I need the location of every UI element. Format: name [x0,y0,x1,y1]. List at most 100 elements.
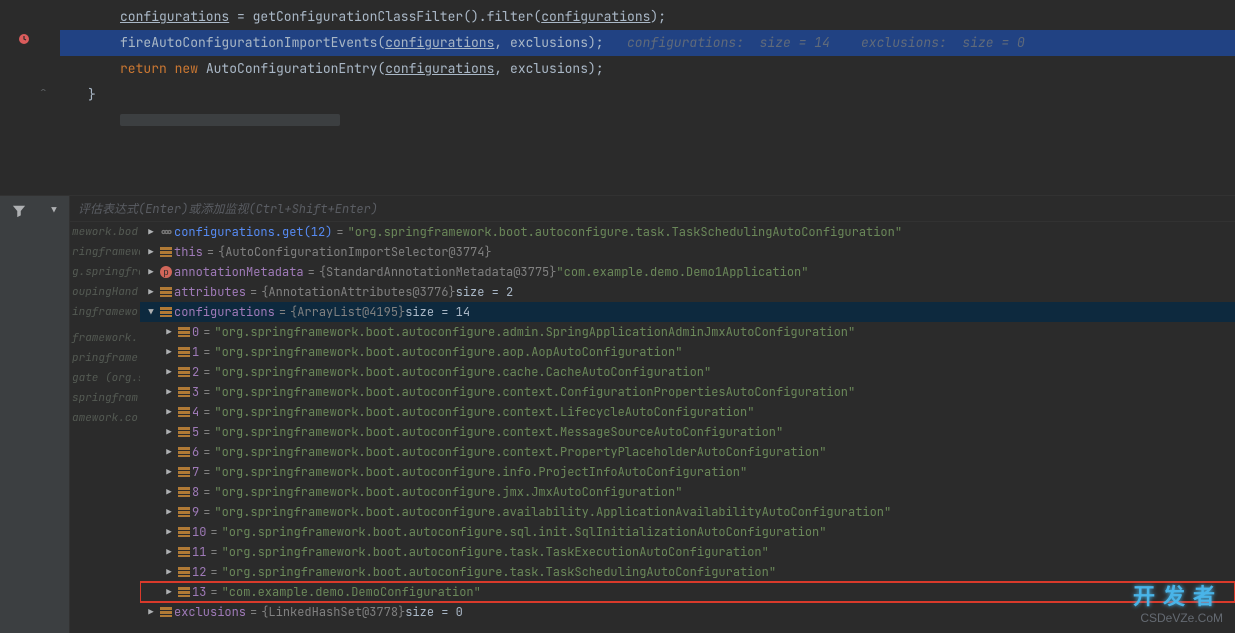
breakpoint-icon[interactable] [18,33,30,45]
equals: = [206,524,221,540]
tree-node[interactable]: ▶ 10 = "org.springframework.boot.autoconf… [140,522,1235,542]
frame-item[interactable]: framework. [70,328,140,348]
equals: = [246,604,261,620]
expand-icon[interactable]: ▶ [144,246,158,258]
expand-icon[interactable]: ▶ [162,406,176,418]
expand-icon[interactable]: ▶ [162,546,176,558]
equals: = [206,564,221,580]
tree-node[interactable]: ▶7 = "org.springframework.boot.autoconfi… [140,462,1235,482]
field-icon [158,247,174,257]
tree-node[interactable]: ▶exclusions = {LinkedHashSet@3778} size … [140,602,1235,622]
expand-icon[interactable]: ▶ [162,426,176,438]
expand-icon[interactable]: ▶ [144,606,158,618]
frame-item[interactable]: ringframewo [70,242,140,262]
fold-end-icon[interactable]: ⌃ [40,85,47,99]
expand-icon[interactable]: ▶ [162,586,176,598]
var-name: 10 [192,524,206,540]
equals: = [199,344,214,360]
var-value: "org.springframework.boot.autoconfigure.… [222,544,769,560]
expand-icon[interactable]: ▼ [144,306,158,318]
var-object: {LinkedHashSet@3778} [261,604,405,620]
field-icon [176,487,192,497]
evaluate-input[interactable]: 评估表达式(Enter)或添加监视(Ctrl+Shift+Enter) [70,196,1235,222]
tree-node[interactable]: ▶3 = "org.springframework.boot.autoconfi… [140,382,1235,402]
tree-node[interactable]: ▶attributes = {AnnotationAttributes@3776… [140,282,1235,302]
frame-item[interactable]: gate (org.s [70,368,140,388]
field-icon [176,527,192,537]
filter-icon[interactable] [12,204,26,222]
var-name: 2 [192,364,199,380]
var-value: "org.springframework.boot.autoconfigure.… [214,324,855,340]
equals: = [199,384,214,400]
var-object: {AutoConfigurationImportSelector@3774} [218,244,492,260]
var-name: 7 [192,464,199,480]
variables-tree[interactable]: ▶ configurations.get(12) = "org.springfra… [140,222,1235,633]
code-editor[interactable]: ⌃ configurations = getConfigurationClass… [0,0,1235,195]
field-icon [158,307,174,317]
parameter-icon: p [158,266,174,278]
var-value: "org.springframework.boot.autoconfigure.… [214,444,826,460]
frame-item[interactable]: ingframewo [70,302,140,322]
equals: = [246,284,261,300]
frame-item[interactable]: pringframe [70,348,140,368]
var-value: "org.springframework.boot.autoconfigure.… [214,464,747,480]
equals: = [304,264,319,280]
tree-node[interactable]: ▶1 = "org.springframework.boot.autoconfi… [140,342,1235,362]
expand-icon[interactable]: ▶ [162,466,176,478]
code-area[interactable]: configurations = getConfigurationClassFi… [60,0,1235,195]
frame-item[interactable]: oupingHand [70,282,140,302]
tree-node[interactable]: ▶this = {AutoConfigurationImportSelector… [140,242,1235,262]
expand-icon[interactable]: ▶ [144,286,158,298]
chevron-down-icon[interactable]: ▼ [51,204,56,216]
var-value: "org.springframework.boot.autoconfigure.… [222,524,827,540]
var-size: size = 0 [405,604,463,620]
expand-icon[interactable]: ▶ [162,326,176,338]
expand-icon[interactable]: ▶ [162,366,176,378]
frame-item[interactable]: springfram [70,388,140,408]
var-object: {StandardAnnotationMetadata@3775} [319,264,557,280]
expand-icon[interactable]: ▶ [144,226,158,238]
expand-icon[interactable]: ▶ [162,446,176,458]
tree-node[interactable]: ▼configurations = {ArrayList@4195} size … [140,302,1235,322]
expand-icon[interactable]: ▶ [162,566,176,578]
tree-node[interactable]: ▶4 = "org.springframework.boot.autoconfi… [140,402,1235,422]
tree-node[interactable]: ▶9 = "org.springframework.boot.autoconfi… [140,502,1235,522]
tree-node[interactable]: ▶8 = "org.springframework.boot.autoconfi… [140,482,1235,502]
expand-icon[interactable]: ▶ [162,506,176,518]
var-name: configurations.get(12) [174,224,332,240]
equals: = [199,324,214,340]
tree-node[interactable]: ▶configurations.get(12) = "org.springfra… [140,222,1235,242]
tree-node[interactable]: ▶13 = "com.example.demo.DemoConfiguratio… [140,582,1235,602]
field-icon [176,407,192,417]
var-name: 6 [192,444,199,460]
field-icon [176,587,192,597]
var-size: size = 2 [456,284,514,300]
tree-node[interactable]: ▶5 = "org.springframework.boot.autoconfi… [140,422,1235,442]
tree-node[interactable]: ▶pannotationMetadata = {StandardAnnotati… [140,262,1235,282]
horizontal-scrollbar[interactable] [120,114,340,126]
tree-node[interactable]: ▶6 = "org.springframework.boot.autoconfi… [140,442,1235,462]
frame-item[interactable]: g.springfra [70,262,140,282]
frame-item[interactable]: mework.bod [70,222,140,242]
tree-node[interactable]: ▶12 = "org.springframework.boot.autoconf… [140,562,1235,582]
equals: = [199,504,214,520]
code-line-current: fireAutoConfigurationImportEvents(config… [60,30,1235,56]
equals: = [332,224,347,240]
code-line: return new AutoConfigurationEntry(config… [60,56,1235,82]
field-icon [176,347,192,357]
expand-icon[interactable]: ▶ [162,386,176,398]
tree-node[interactable]: ▶0 = "org.springframework.boot.autoconfi… [140,322,1235,342]
expand-icon[interactable]: ▶ [162,346,176,358]
frame-item[interactable]: amework.co [70,408,140,428]
var-name: annotationMetadata [174,264,304,280]
tree-node[interactable]: ▶11 = "org.springframework.boot.autoconf… [140,542,1235,562]
var-name: this [174,244,203,260]
frames-list[interactable]: mework.bodringframewog.springfraoupingHa… [70,222,140,633]
expand-icon[interactable]: ▶ [162,486,176,498]
var-name: 3 [192,384,199,400]
expand-icon[interactable]: ▶ [162,526,176,538]
tree-node[interactable]: ▶2 = "org.springframework.boot.autoconfi… [140,362,1235,382]
equals: = [206,584,221,600]
var-name: 5 [192,424,199,440]
expand-icon[interactable]: ▶ [144,266,158,278]
